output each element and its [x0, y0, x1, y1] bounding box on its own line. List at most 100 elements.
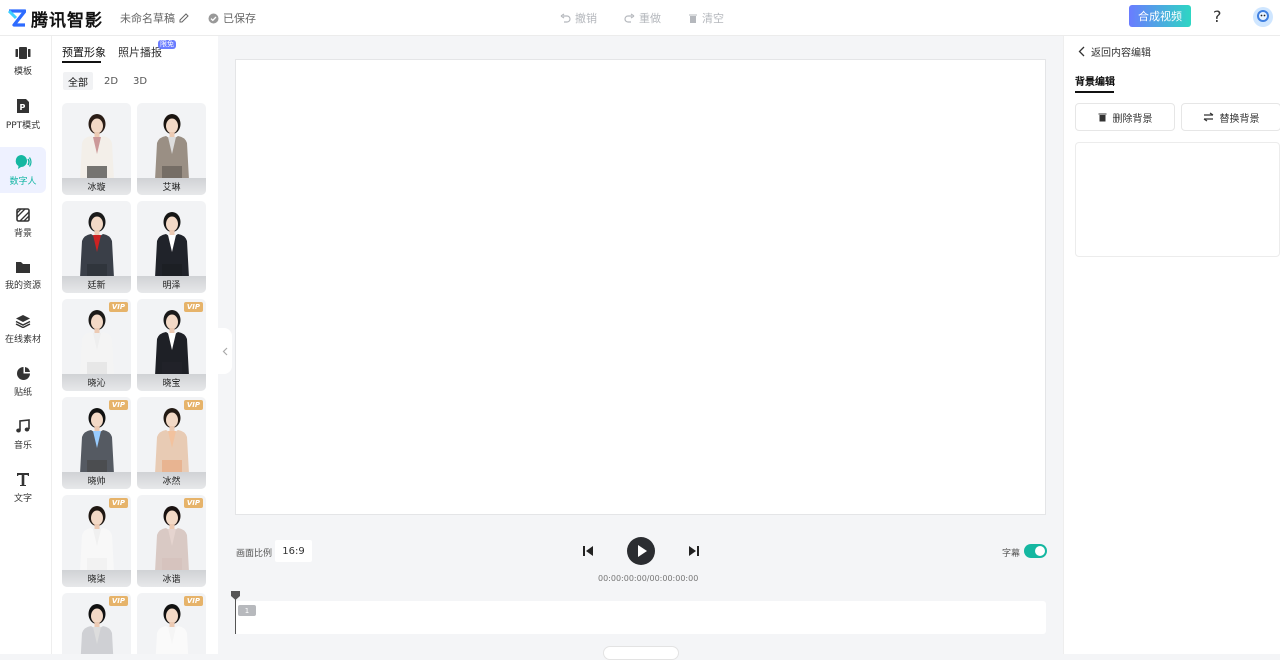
- tab-photo-broadcast[interactable]: 照片播报: [118, 44, 162, 60]
- nav-item-digital-human[interactable]: 数字人: [0, 147, 46, 193]
- back-to-content-edit[interactable]: 返回内容编辑: [1078, 44, 1151, 59]
- side-nav: 模板 P PPT模式 数字人 背景 我的资源 在线素材 贴纸 音乐 文字: [0, 36, 52, 654]
- tab-preset-avatars[interactable]: 预置形象: [62, 44, 106, 60]
- nav-label: 我的资源: [4, 281, 41, 291]
- nav-label: 数字人: [9, 176, 37, 187]
- edit-icon[interactable]: [179, 13, 189, 23]
- avatar-figure: [155, 604, 188, 654]
- replace-background-button[interactable]: 替换背景: [1181, 103, 1280, 131]
- draft-title[interactable]: 未命名草稿: [120, 10, 189, 26]
- avatar-figure: [79, 506, 114, 572]
- avatar-figure: [79, 310, 114, 376]
- text-icon: [17, 473, 29, 486]
- filter-3d[interactable]: 3D: [128, 72, 152, 90]
- preview-canvas[interactable]: [235, 59, 1046, 515]
- avatar-name: 晓沁: [62, 374, 131, 391]
- avatar-card[interactable]: VIP: [137, 593, 206, 654]
- avatar-figure: [154, 408, 189, 474]
- help-icon[interactable]: ?: [1213, 7, 1222, 26]
- check-circle-icon: [208, 13, 219, 23]
- top-bar: 腾讯智影 未命名草稿 已保存 撤销 重做 清空 合成视频 ?: [0, 0, 1280, 36]
- avatar-figure: [154, 506, 189, 572]
- nav-item-ppt[interactable]: P PPT模式: [0, 91, 46, 137]
- avatar-card[interactable]: VIP 晓宝: [137, 299, 206, 391]
- filter-2d[interactable]: 2D: [99, 72, 123, 90]
- subtitle-label: 字幕: [1002, 549, 1021, 559]
- background-preview[interactable]: [1075, 142, 1280, 257]
- previous-icon[interactable]: [582, 545, 594, 557]
- clip-number: 1: [238, 605, 256, 616]
- redo-button[interactable]: 重做: [624, 10, 661, 26]
- music-icon: [16, 419, 30, 433]
- avatar-name: 艾琳: [137, 178, 206, 195]
- avatar-card[interactable]: 冰璇: [62, 103, 131, 195]
- time-display: 00:00:00:00/00:00:00:00: [598, 574, 699, 583]
- avatar-figure: [79, 212, 114, 278]
- clear-label: 清空: [702, 12, 724, 25]
- vip-badge: VIP: [183, 302, 203, 312]
- vip-badge: VIP: [108, 400, 128, 410]
- avatar-name: 冰谐: [137, 570, 206, 587]
- avatar-card[interactable]: VIP: [62, 593, 131, 654]
- collapse-panel-button[interactable]: [218, 328, 232, 374]
- aspect-ratio-label: 画面比例: [236, 549, 273, 559]
- nav-item-sticker[interactable]: 贴纸: [0, 359, 46, 405]
- tab-background-edit[interactable]: 背景编辑: [1075, 73, 1115, 88]
- filter-all[interactable]: 全部: [63, 72, 93, 90]
- add-section-button[interactable]: [603, 646, 679, 660]
- nav-item-background[interactable]: 背景: [0, 200, 46, 246]
- layers-icon: [15, 314, 31, 328]
- delete-background-button[interactable]: 删除背景: [1075, 103, 1175, 131]
- undo-icon: [560, 13, 571, 23]
- logo[interactable]: 腾讯智影: [8, 7, 103, 31]
- logo-text: 腾讯智影: [31, 10, 103, 31]
- synthesize-video-button[interactable]: 合成视频: [1129, 5, 1191, 27]
- vip-badge: VIP: [108, 596, 128, 606]
- playhead-handle[interactable]: [231, 591, 240, 600]
- avatar-figure: [80, 604, 113, 654]
- nav-item-music[interactable]: 音乐: [0, 412, 46, 458]
- avatar-card[interactable]: 明泽: [137, 201, 206, 293]
- avatar-card[interactable]: VIP 晓沁: [62, 299, 131, 391]
- folder-icon: [16, 262, 30, 273]
- nav-item-online-material[interactable]: 在线素材: [0, 306, 46, 352]
- avatar-card[interactable]: VIP 晓柒: [62, 495, 131, 587]
- avatar-figure: [154, 212, 189, 278]
- chevron-left-icon: [1078, 46, 1085, 57]
- timeline-track[interactable]: [235, 601, 1046, 634]
- nav-item-template[interactable]: 模板: [0, 38, 46, 84]
- vip-badge: VIP: [183, 498, 203, 508]
- avatar-figure: [79, 408, 114, 474]
- avatar-card[interactable]: 艾琳: [137, 103, 206, 195]
- user-avatar-icon[interactable]: [1252, 6, 1274, 28]
- avatar-name: 晓宝: [137, 374, 206, 391]
- aspect-ratio-select[interactable]: 16:9: [275, 540, 312, 562]
- undo-button[interactable]: 撤销: [560, 10, 597, 26]
- avatar-card[interactable]: VIP 冰然: [137, 397, 206, 489]
- next-icon[interactable]: [688, 545, 700, 557]
- nav-label: 贴纸: [13, 388, 32, 398]
- replace-background-label: 替换背景: [1219, 113, 1260, 125]
- nav-label: 模板: [13, 66, 32, 77]
- avatar-card[interactable]: 廷新: [62, 201, 131, 293]
- ppt-icon: P: [17, 98, 29, 113]
- redo-icon: [624, 13, 635, 23]
- avatar-card[interactable]: VIP 冰谐: [137, 495, 206, 587]
- delete-background-label: 删除背景: [1112, 113, 1153, 125]
- play-button[interactable]: [627, 537, 655, 565]
- chevron-left-icon: [222, 347, 228, 355]
- saved-text: 已保存: [223, 12, 256, 25]
- avatar-card[interactable]: VIP 晓帅: [62, 397, 131, 489]
- vip-badge: VIP: [108, 302, 128, 312]
- active-tab-indicator: [62, 61, 101, 63]
- redo-label: 重做: [639, 12, 661, 25]
- avatar-figure: [154, 114, 189, 180]
- nav-item-my-resources[interactable]: 我的资源: [0, 253, 46, 299]
- subtitle-toggle[interactable]: [1024, 544, 1047, 558]
- digital-human-icon: [15, 154, 32, 169]
- nav-label: PPT模式: [5, 120, 41, 131]
- clear-button[interactable]: 清空: [688, 10, 724, 26]
- back-label: 返回内容编辑: [1091, 48, 1151, 59]
- nav-item-text[interactable]: 文字: [0, 465, 46, 511]
- vip-badge: VIP: [183, 400, 203, 410]
